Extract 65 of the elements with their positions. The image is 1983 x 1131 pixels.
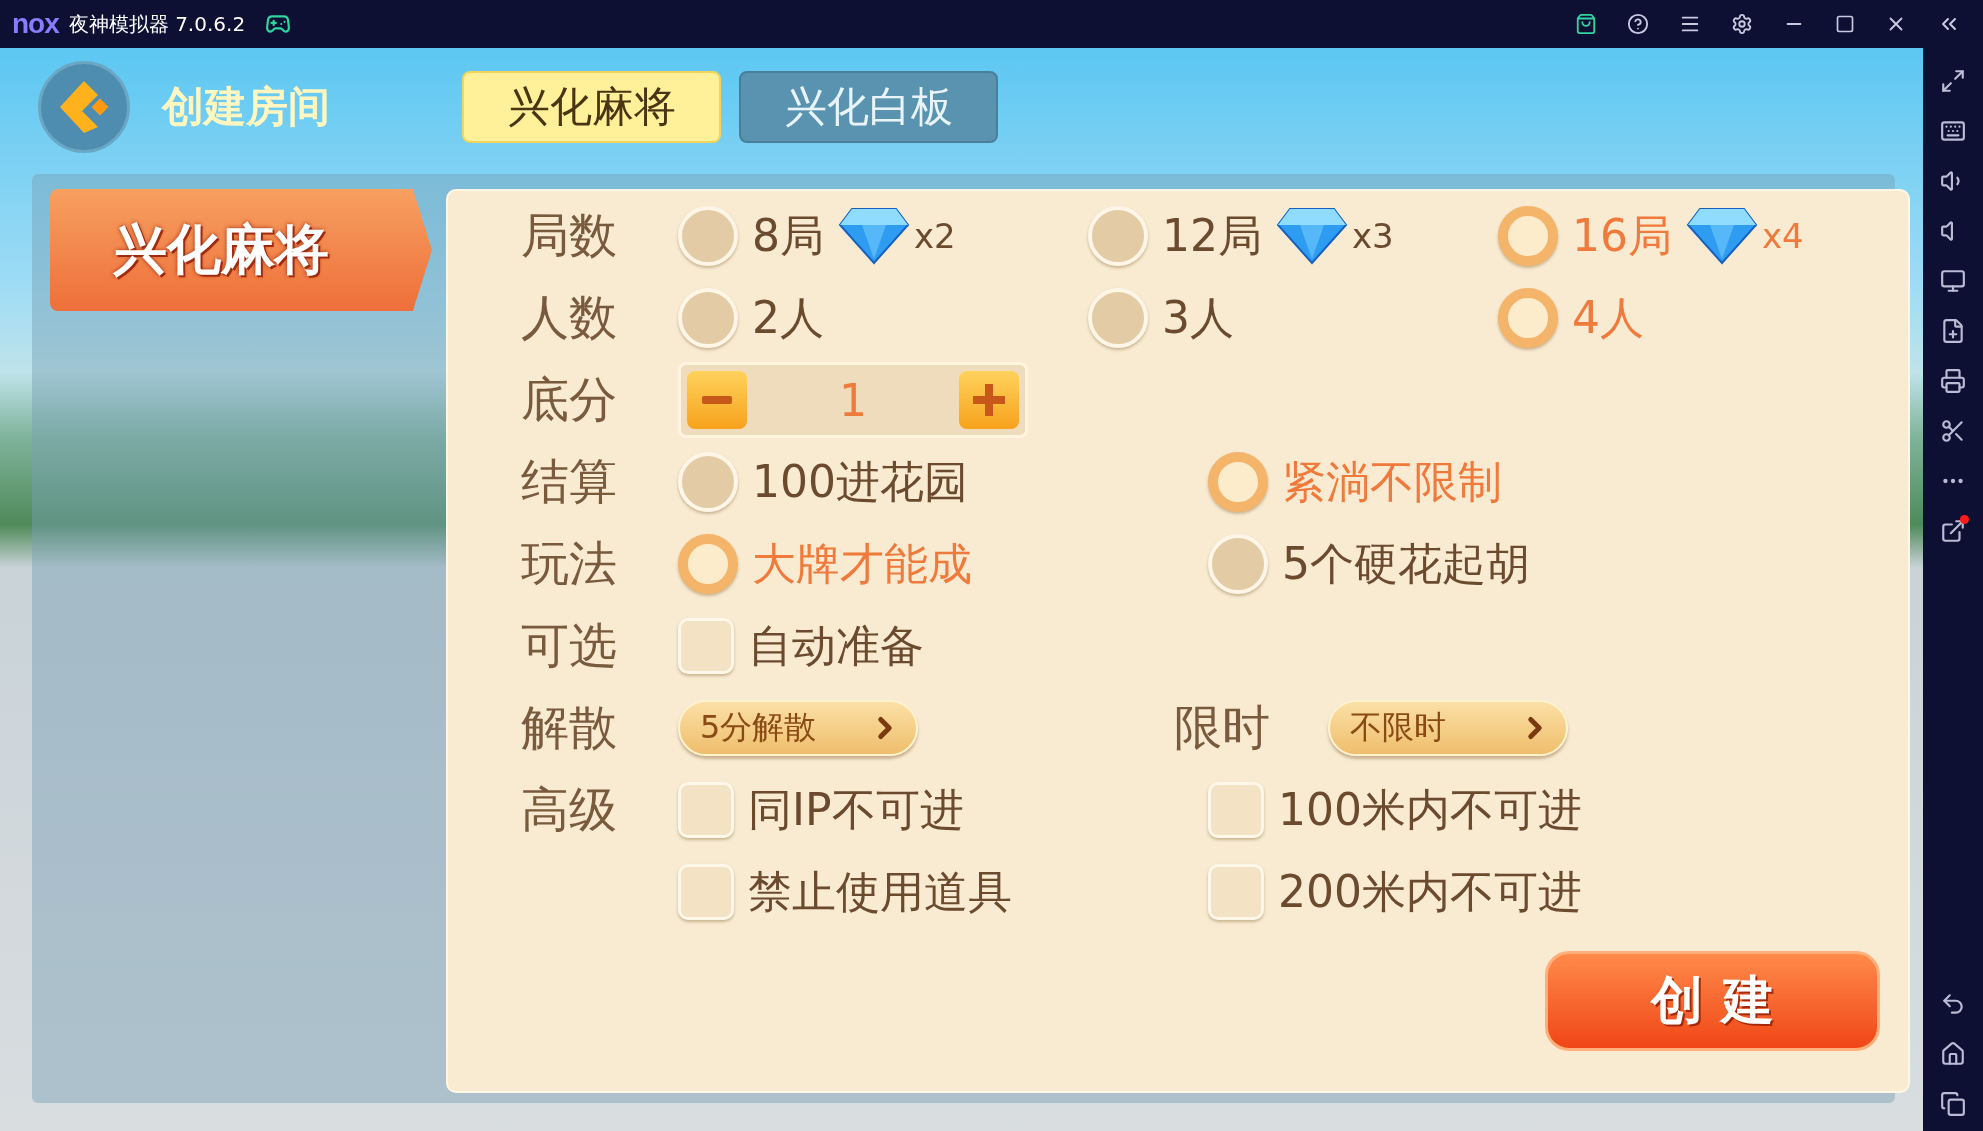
create-button[interactable]: 创 建 <box>1545 951 1880 1051</box>
stepper-value: 1 <box>839 374 867 426</box>
option-label: 4人 <box>1572 290 1644 345</box>
option-label: 大牌才能成 <box>752 536 972 591</box>
option-label: 8局 <box>752 208 824 263</box>
option-label: 自动准备 <box>748 618 924 673</box>
checkbox[interactable] <box>1208 782 1264 838</box>
home-icon[interactable] <box>1940 1041 1966 1067</box>
row-label: 结算 <box>521 452 618 511</box>
option-label: 16局 <box>1572 208 1672 263</box>
scissors-icon[interactable] <box>1940 418 1966 444</box>
plus-icon <box>973 384 1005 416</box>
cost-label: x3 <box>1352 216 1394 256</box>
radio-button[interactable] <box>1208 452 1268 512</box>
game-tab[interactable]: 兴化麻将 <box>462 71 721 143</box>
keyboard-icon[interactable] <box>1940 118 1966 144</box>
option-label: 禁止使用道具 <box>748 864 1012 919</box>
radio-button[interactable] <box>1498 288 1558 348</box>
row-label: 人数 <box>521 288 618 347</box>
minus-button[interactable] <box>687 371 747 429</box>
help-icon[interactable] <box>1627 13 1649 35</box>
cost-label: x2 <box>914 216 956 256</box>
fullscreen-icon[interactable] <box>1940 68 1966 94</box>
row-label: 局数 <box>521 206 618 265</box>
row-label: 底分 <box>521 370 618 429</box>
row-label: 限时 <box>1174 698 1271 757</box>
row-label: 解散 <box>521 698 618 757</box>
app-logo: nox <box>12 8 59 40</box>
recent-apps-icon[interactable] <box>1940 1091 1966 1117</box>
minus-icon <box>702 396 732 404</box>
option-label: 12局 <box>1162 208 1262 263</box>
plus-button[interactable] <box>959 371 1019 429</box>
game-mode-tab[interactable]: 兴化麻将 <box>50 189 432 311</box>
dropdown[interactable]: 5分解散 <box>678 700 918 756</box>
option-label: 同IP不可进 <box>748 782 964 837</box>
diamond-icon <box>838 207 910 265</box>
row-label: 玩法 <box>521 534 618 593</box>
game-tab[interactable]: 兴化白板 <box>739 71 998 143</box>
page-title: 创建房间 <box>162 81 331 133</box>
checkbox[interactable] <box>678 618 734 674</box>
option-label: 5个硬花起胡 <box>1282 536 1530 591</box>
row-label: 高级 <box>521 780 618 839</box>
diamond-icon <box>1276 207 1348 265</box>
checkbox[interactable] <box>678 864 734 920</box>
checkbox[interactable] <box>1208 864 1264 920</box>
share-icon[interactable] <box>1940 518 1966 544</box>
option-label: 3人 <box>1162 290 1234 345</box>
diamond-icon <box>1686 207 1758 265</box>
radio-button[interactable] <box>1498 206 1558 266</box>
option-label: 紧淌不限制 <box>1282 454 1502 509</box>
settings-icon[interactable] <box>1731 13 1753 35</box>
dropdown[interactable]: 不限时 <box>1328 700 1568 756</box>
option-label: 200米内不可进 <box>1278 864 1582 919</box>
checkbox[interactable] <box>678 782 734 838</box>
back-icon[interactable] <box>1940 991 1966 1017</box>
maximize-icon[interactable] <box>1835 14 1855 34</box>
row-label: 可选 <box>521 616 618 675</box>
radio-button[interactable] <box>678 534 738 594</box>
option-label: 2人 <box>752 290 824 345</box>
bag-icon[interactable] <box>1575 13 1597 35</box>
monitor-icon[interactable] <box>1940 268 1966 294</box>
option-label: 100米内不可进 <box>1278 782 1582 837</box>
option-label: 100进花园 <box>752 454 968 509</box>
cost-label: x4 <box>1762 216 1804 256</box>
window-title: 夜神模拟器 7.0.6.2 <box>68 10 246 38</box>
